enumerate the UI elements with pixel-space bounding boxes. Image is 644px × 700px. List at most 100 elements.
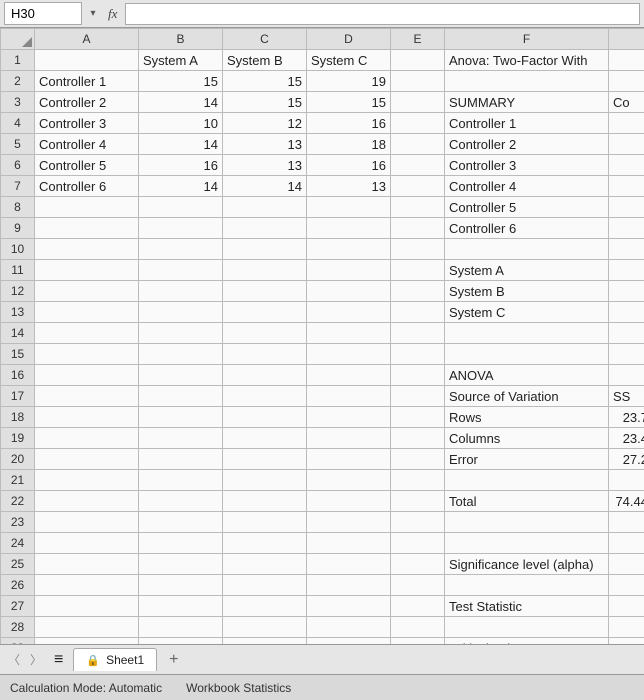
cell-F5[interactable]: Controller 2: [445, 134, 609, 155]
cell-C14[interactable]: [223, 323, 307, 344]
cell-C6[interactable]: 13: [223, 155, 307, 176]
cell-E19[interactable]: [391, 428, 445, 449]
all-sheets-menu-icon[interactable]: ≡: [50, 651, 67, 669]
col-header-E[interactable]: E: [391, 29, 445, 50]
row-header[interactable]: 10: [1, 239, 35, 260]
fx-icon[interactable]: fx: [100, 6, 125, 22]
cell-G24[interactable]: [609, 533, 644, 554]
col-header-G[interactable]: [609, 29, 644, 50]
cell-C17[interactable]: [223, 386, 307, 407]
cell-A20[interactable]: [35, 449, 139, 470]
formula-bar[interactable]: [125, 3, 640, 25]
cell-E14[interactable]: [391, 323, 445, 344]
cell-D7[interactable]: 13: [307, 176, 391, 197]
col-header-A[interactable]: A: [35, 29, 139, 50]
cell-E23[interactable]: [391, 512, 445, 533]
tab-nav-next-icon[interactable]: 〉: [28, 651, 44, 668]
cell-D25[interactable]: [307, 554, 391, 575]
cell-G16[interactable]: [609, 365, 644, 386]
cell-D4[interactable]: 16: [307, 113, 391, 134]
cell-D17[interactable]: [307, 386, 391, 407]
cell-B8[interactable]: [139, 197, 223, 218]
cell-A26[interactable]: [35, 575, 139, 596]
cell-A12[interactable]: [35, 281, 139, 302]
cell-E28[interactable]: [391, 617, 445, 638]
row-header[interactable]: 5: [1, 134, 35, 155]
row-header[interactable]: 6: [1, 155, 35, 176]
add-sheet-icon[interactable]: +: [163, 651, 184, 669]
cell-E7[interactable]: [391, 176, 445, 197]
row-header[interactable]: 7: [1, 176, 35, 197]
cell-G11[interactable]: [609, 260, 644, 281]
cell-E26[interactable]: [391, 575, 445, 596]
cell-D18[interactable]: [307, 407, 391, 428]
cell-C27[interactable]: [223, 596, 307, 617]
cell-A15[interactable]: [35, 344, 139, 365]
cell-C19[interactable]: [223, 428, 307, 449]
row-header[interactable]: 18: [1, 407, 35, 428]
cell-G3[interactable]: Co: [609, 92, 644, 113]
cell-F21[interactable]: [445, 470, 609, 491]
cell-G12[interactable]: [609, 281, 644, 302]
cell-D6[interactable]: 16: [307, 155, 391, 176]
cell-A25[interactable]: [35, 554, 139, 575]
cell-B27[interactable]: [139, 596, 223, 617]
cell-D12[interactable]: [307, 281, 391, 302]
cell-F6[interactable]: Controller 3: [445, 155, 609, 176]
select-all-corner[interactable]: [1, 29, 35, 50]
cell-C21[interactable]: [223, 470, 307, 491]
cell-G10[interactable]: [609, 239, 644, 260]
cell-G18[interactable]: 23.7: [609, 407, 644, 428]
cell-B1[interactable]: System A: [139, 50, 223, 71]
cell-G23[interactable]: [609, 512, 644, 533]
cell-E6[interactable]: [391, 155, 445, 176]
cell-C23[interactable]: [223, 512, 307, 533]
cell-D22[interactable]: [307, 491, 391, 512]
cell-D26[interactable]: [307, 575, 391, 596]
cell-F18[interactable]: Rows: [445, 407, 609, 428]
cell-B11[interactable]: [139, 260, 223, 281]
cell-E15[interactable]: [391, 344, 445, 365]
row-header[interactable]: 2: [1, 71, 35, 92]
cell-A8[interactable]: [35, 197, 139, 218]
row-header[interactable]: 13: [1, 302, 35, 323]
cell-E9[interactable]: [391, 218, 445, 239]
cell-F26[interactable]: [445, 575, 609, 596]
calc-mode-label[interactable]: Calculation Mode: Automatic: [10, 681, 162, 695]
cell-G26[interactable]: [609, 575, 644, 596]
cell-B10[interactable]: [139, 239, 223, 260]
cell-E25[interactable]: [391, 554, 445, 575]
col-header-C[interactable]: C: [223, 29, 307, 50]
cell-F7[interactable]: Controller 4: [445, 176, 609, 197]
row-header[interactable]: 8: [1, 197, 35, 218]
cell-B15[interactable]: [139, 344, 223, 365]
cell-A7[interactable]: Controller 6: [35, 176, 139, 197]
cell-G21[interactable]: [609, 470, 644, 491]
cell-B5[interactable]: 14: [139, 134, 223, 155]
cell-A16[interactable]: [35, 365, 139, 386]
cell-E21[interactable]: [391, 470, 445, 491]
cell-F15[interactable]: [445, 344, 609, 365]
cell-E17[interactable]: [391, 386, 445, 407]
row-header[interactable]: 17: [1, 386, 35, 407]
cell-G17[interactable]: SS: [609, 386, 644, 407]
cell-G5[interactable]: [609, 134, 644, 155]
cell-C22[interactable]: [223, 491, 307, 512]
cell-B13[interactable]: [139, 302, 223, 323]
cell-A5[interactable]: Controller 4: [35, 134, 139, 155]
cell-F16[interactable]: ANOVA: [445, 365, 609, 386]
cell-C5[interactable]: 13: [223, 134, 307, 155]
cell-B4[interactable]: 10: [139, 113, 223, 134]
row-header[interactable]: 22: [1, 491, 35, 512]
cell-E2[interactable]: [391, 71, 445, 92]
row-header[interactable]: 14: [1, 323, 35, 344]
cell-A27[interactable]: [35, 596, 139, 617]
cell-C25[interactable]: [223, 554, 307, 575]
cell-C2[interactable]: 15: [223, 71, 307, 92]
cell-A23[interactable]: [35, 512, 139, 533]
sheet-tab-active[interactable]: 🔒 Sheet1: [73, 648, 157, 671]
cell-B3[interactable]: 14: [139, 92, 223, 113]
cell-G20[interactable]: 27.2: [609, 449, 644, 470]
cell-A22[interactable]: [35, 491, 139, 512]
row-header[interactable]: 3: [1, 92, 35, 113]
